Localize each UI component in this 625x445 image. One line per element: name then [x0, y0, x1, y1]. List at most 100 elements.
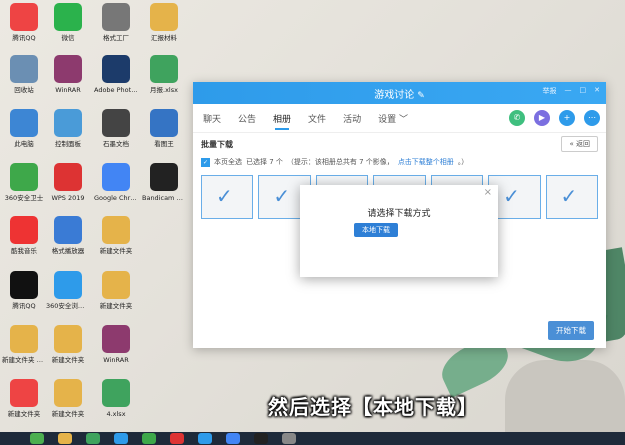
window-titlebar[interactable]: 游戏讨论 ✎ 举报 — □ ✕	[193, 82, 606, 104]
folder-icon	[10, 325, 38, 353]
close-button[interactable]: ✕	[594, 86, 600, 96]
desktop-shortcut-label: 新建文件夹	[51, 410, 85, 418]
taskbar-excel-icon[interactable]	[86, 433, 100, 444]
desktop-shortcut[interactable]: 格式工厂	[94, 3, 138, 42]
taskbar-chrome-icon[interactable]	[226, 433, 240, 444]
maximize-button[interactable]: □	[580, 86, 587, 96]
photo-thumbnail[interactable]: ✓	[201, 175, 254, 219]
winrar-icon	[54, 55, 82, 83]
desktop-shortcut-label: 360安全卫士	[4, 194, 44, 202]
tab-album[interactable]: 相册	[273, 107, 291, 130]
desktop-shortcut-label: Adobe Photosho...	[94, 86, 138, 94]
taskbar-wps-icon[interactable]	[170, 433, 184, 444]
start-download-button[interactable]: 开始下载	[548, 321, 594, 340]
folder-icon	[54, 325, 82, 353]
desktop-shortcut-label: 腾讯QQ	[12, 34, 36, 42]
desktop-shortcut[interactable]: 月报.xlsx	[142, 55, 186, 94]
add-app-icon[interactable]: +	[559, 110, 575, 126]
desktop-shortcut-label: 新建文件夹	[51, 356, 85, 364]
tab-chat[interactable]: 聊天	[203, 107, 221, 130]
taskbar-qq-icon[interactable]	[198, 433, 212, 444]
selected-count: 已选择 7 个	[246, 158, 283, 166]
hint-text: （提示：该相册总共有 7 个影像，	[286, 158, 394, 166]
desktop-shortcut[interactable]: Google Chrome	[94, 163, 138, 202]
desktop-shortcut[interactable]: 汇报材料	[142, 3, 186, 42]
desktop-shortcut[interactable]: 新建文件夹 v6.7	[2, 325, 46, 364]
edit-pencil-icon[interactable]: ✎	[417, 91, 425, 101]
folder-icon	[102, 216, 130, 244]
tab-settings[interactable]: 设置 ﹀	[378, 107, 408, 130]
qq-icon	[10, 3, 38, 31]
desktop-shortcut-label: 格式播放器	[51, 247, 85, 255]
taskbar-app-icon[interactable]	[30, 433, 44, 444]
hint-end: 。）	[457, 158, 469, 166]
desktop-shortcut[interactable]: 新建文件夹	[94, 271, 138, 310]
desktop-shortcut-label: 新建文件夹	[99, 302, 133, 310]
download-all-link[interactable]: 点击下载整个相册	[398, 157, 454, 167]
360-icon	[10, 163, 38, 191]
taskbar-folder-icon[interactable]	[58, 433, 72, 444]
ie-icon	[54, 271, 82, 299]
desktop-shortcut-label: 微信	[61, 34, 75, 42]
check-icon: ✓	[273, 184, 291, 208]
video-player-icon	[54, 216, 82, 244]
desktop-shortcut[interactable]: 石墨文档	[94, 109, 138, 148]
desktop-shortcut-label: Bandicam 2020 07	[142, 194, 186, 202]
desktop-shortcut[interactable]: 此电脑	[2, 109, 46, 148]
desktop-shortcut-label: WinRAR	[103, 356, 129, 364]
desktop-shortcut[interactable]: 4.xlsx	[94, 379, 138, 418]
chrome-icon	[102, 163, 130, 191]
desktop-shortcut[interactable]: WinRAR	[46, 55, 90, 94]
select-all-checkbox[interactable]: ✓	[201, 157, 210, 167]
photo-thumbnail[interactable]: ✓	[545, 175, 598, 219]
taskbar-browser-icon[interactable]	[114, 433, 128, 444]
desktop-shortcut[interactable]: 新建文件夹	[94, 216, 138, 255]
desktop-shortcut[interactable]: 腾讯QQ	[2, 271, 46, 310]
desktop-shortcut[interactable]: WPS 2019	[46, 163, 90, 202]
desktop-shortcut-label: 此电脑	[14, 140, 34, 148]
taskbar-bandicam-icon[interactable]	[254, 433, 268, 444]
desktop-shortcut-label: 新建文件夹 v6.7	[2, 356, 46, 364]
tab-announcement[interactable]: 公告	[238, 107, 256, 130]
computer-icon	[10, 109, 38, 137]
desktop-shortcut[interactable]: 新建文件夹	[46, 325, 90, 364]
desktop-shortcut[interactable]: WinRAR	[94, 325, 138, 364]
more-icon[interactable]: ⋯	[584, 110, 600, 126]
desktop-shortcut[interactable]: Adobe Photosho...	[94, 55, 138, 94]
taskbar-360-icon[interactable]	[142, 433, 156, 444]
desktop-shortcut-label: 360安全浏览器	[46, 302, 90, 310]
report-link[interactable]: 举报	[543, 86, 557, 96]
desktop-shortcut[interactable]: Bandicam 2020 07	[142, 163, 186, 202]
desktop-shortcut[interactable]: 360安全浏览器	[46, 271, 90, 310]
wps-icon	[54, 163, 82, 191]
desktop-shortcut[interactable]: 酷我音乐	[2, 216, 46, 255]
desktop-shortcut-label: 格式工厂	[103, 34, 129, 42]
desktop-shortcut[interactable]: 格式播放器	[46, 216, 90, 255]
dialog-close-icon[interactable]: ×	[484, 187, 492, 198]
format-factory-icon	[102, 3, 130, 31]
local-download-button[interactable]: 本地下载	[354, 223, 398, 237]
folder-icon	[10, 379, 38, 407]
desktop-shortcut-label: 石墨文档	[103, 140, 129, 148]
desktop-shortcut[interactable]: 微信	[46, 3, 90, 42]
taskbar-app-icon[interactable]	[282, 433, 296, 444]
desktop-shortcut[interactable]: 回收站	[2, 55, 46, 94]
wechat-icon	[54, 3, 82, 31]
taskbar	[0, 432, 625, 445]
minimize-button[interactable]: —	[565, 86, 572, 96]
check-icon: ✓	[560, 184, 578, 208]
tab-activity[interactable]: 活动	[343, 107, 361, 130]
desktop-shortcut[interactable]: 看图王	[142, 109, 186, 148]
phone-icon[interactable]: ✆	[509, 110, 525, 126]
excel-icon	[150, 55, 178, 83]
desktop-shortcut[interactable]: 控制面板	[46, 109, 90, 148]
back-button[interactable]: « 返回	[561, 136, 598, 152]
desktop-shortcut[interactable]: 新建文件夹	[46, 379, 90, 418]
desktop-shortcut-label: 酷我音乐	[11, 247, 37, 255]
tab-files[interactable]: 文件	[308, 107, 326, 130]
desktop-shortcut[interactable]: 360安全卫士	[2, 163, 46, 202]
desktop-shortcut[interactable]: 腾讯QQ	[2, 3, 46, 42]
desktop-shortcut[interactable]: 新建文件夹	[2, 379, 46, 418]
download-method-dialog: × 请选择下载方式 本地下载	[300, 185, 498, 277]
video-call-icon[interactable]: ▶	[534, 110, 550, 126]
